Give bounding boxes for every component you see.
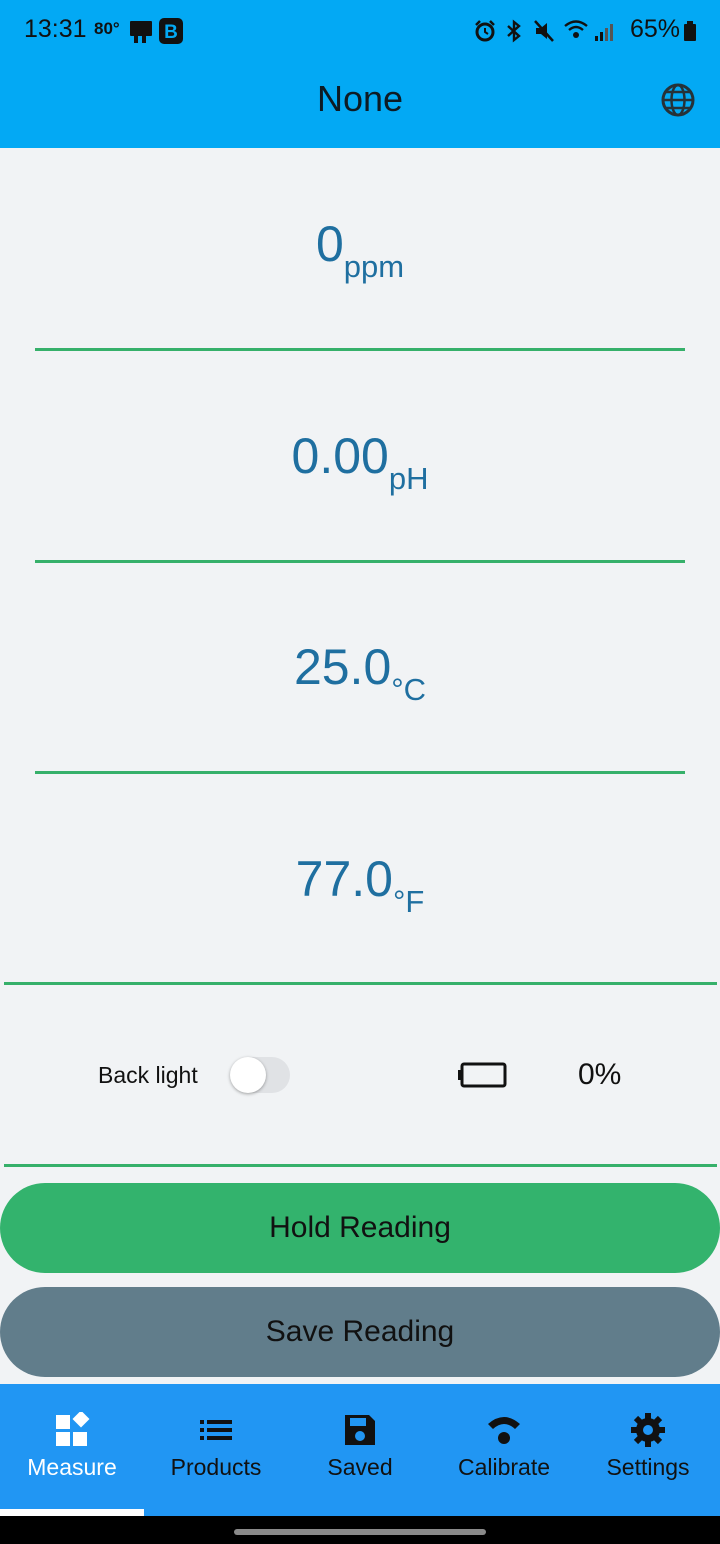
status-time: 13:31 xyxy=(24,15,87,43)
mute-icon xyxy=(534,20,554,42)
cast-icon xyxy=(130,21,152,43)
bluetooth-icon xyxy=(507,19,521,43)
bottom-nav: Measure Products Saved Calibrate Setting… xyxy=(0,1384,720,1516)
nav-item-measure[interactable]: Measure xyxy=(0,1384,144,1516)
status-battery-percent: 65% xyxy=(629,15,680,43)
dashboard-icon xyxy=(56,1412,90,1446)
nav-item-settings[interactable]: Settings xyxy=(576,1384,720,1516)
nav-label-settings: Settings xyxy=(606,1454,690,1480)
toggle-thumb xyxy=(230,1057,266,1093)
backlight-toggle[interactable] xyxy=(230,1057,290,1093)
save-icon xyxy=(345,1415,375,1445)
svg-text:B: B xyxy=(164,22,178,43)
celsius-reading: 25.0°C xyxy=(0,638,720,707)
celsius-unit: °C xyxy=(391,672,427,707)
nav-label-calibrate: Calibrate xyxy=(457,1454,551,1480)
gear-icon xyxy=(631,1413,665,1447)
status-temperature: 80° xyxy=(94,19,120,38)
nav-label-products: Products xyxy=(170,1454,262,1480)
backlight-label: Back light xyxy=(98,1062,198,1088)
divider xyxy=(35,348,685,351)
nav-label-saved: Saved xyxy=(327,1454,393,1480)
active-tab-indicator xyxy=(0,1509,144,1516)
ppm-value: 0 xyxy=(315,216,344,272)
list-icon xyxy=(200,1420,232,1440)
save-reading-button[interactable]: Save Reading xyxy=(0,1287,720,1377)
wifi-icon xyxy=(564,20,588,38)
battery-icon xyxy=(684,21,696,41)
signal-icon xyxy=(595,24,613,41)
nav-item-saved[interactable]: Saved xyxy=(288,1384,432,1516)
page-title: None xyxy=(316,78,404,119)
ppm-reading: 0ppm xyxy=(0,215,720,284)
ph-unit: pH xyxy=(388,461,429,496)
b-app-icon: B xyxy=(159,18,183,44)
divider xyxy=(35,771,685,774)
device-battery-level: 0% xyxy=(578,1058,622,1091)
globe-icon[interactable] xyxy=(660,82,696,118)
fahrenheit-value: 77.0 xyxy=(295,851,393,907)
divider xyxy=(35,560,685,563)
ph-reading: 0.00pH xyxy=(0,427,720,496)
fahrenheit-unit: °F xyxy=(392,884,425,919)
app-bar: None xyxy=(0,62,720,148)
hold-reading-button[interactable]: Hold Reading xyxy=(0,1183,720,1273)
divider xyxy=(4,1164,717,1167)
device-battery-icon xyxy=(458,1062,507,1088)
ph-value: 0.00 xyxy=(291,428,389,484)
nav-item-calibrate[interactable]: Calibrate xyxy=(432,1384,576,1516)
nav-label-measure: Measure xyxy=(27,1454,117,1480)
fahrenheit-reading: 77.0°F xyxy=(0,850,720,919)
home-gesture-bar[interactable] xyxy=(234,1529,486,1535)
nav-item-products[interactable]: Products xyxy=(144,1384,288,1516)
alarm-icon xyxy=(475,20,495,42)
ppm-unit: ppm xyxy=(343,249,405,284)
wifi-signal-icon xyxy=(488,1417,520,1444)
status-bar: 13:31 80° B 65% xyxy=(0,0,720,62)
celsius-value: 25.0 xyxy=(293,639,392,695)
divider xyxy=(4,982,717,985)
